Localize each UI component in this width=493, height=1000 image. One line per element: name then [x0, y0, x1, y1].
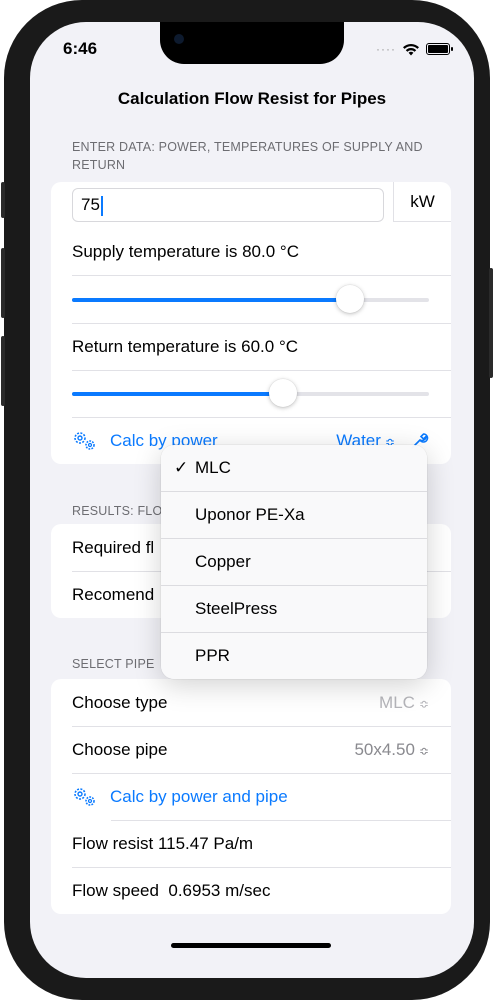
choose-type-row[interactable]: Choose type MLC ≎: [51, 679, 451, 726]
menu-item-uponor[interactable]: Uponor PE-Xa: [161, 492, 427, 538]
return-slider-thumb[interactable]: [268, 379, 297, 407]
type-select[interactable]: MLC ≎: [379, 693, 429, 713]
menu-item-label: Uponor PE-Xa: [195, 505, 305, 524]
return-temperature-slider[interactable]: [72, 379, 429, 407]
supply-temperature-slider[interactable]: [72, 285, 429, 313]
screen: 6:46 ···· Calculation Flow Resist for Pi…: [30, 22, 474, 978]
gears-icon: [74, 431, 95, 450]
power-unit: kW: [393, 182, 451, 222]
camera-icon: [174, 34, 184, 44]
mute-switch: [1, 182, 5, 218]
return-temperature-label: Return temperature is 60.0 °C: [51, 323, 451, 370]
home-indicator[interactable]: [171, 943, 331, 948]
menu-item-steelpress[interactable]: SteelPress: [161, 586, 427, 632]
pipe-type-menu: ✓ MLC Uponor PE-Xa Copper SteelPress PPR: [161, 445, 427, 679]
phone-frame: 6:46 ···· Calculation Flow Resist for Pi…: [1, 0, 493, 1000]
signal-icon: ····: [376, 42, 396, 56]
choose-pipe-row[interactable]: Choose pipe 50x4.50 ≎: [51, 726, 451, 773]
volume-up-button: [1, 248, 5, 318]
calc-by-power-and-pipe-button[interactable]: Calc by power and pipe: [110, 787, 288, 807]
return-temperature-text: Return temperature is 60.0 °C: [72, 336, 299, 356]
text-caret: [100, 195, 103, 216]
menu-item-ppr[interactable]: PPR: [161, 633, 427, 679]
notch: [160, 22, 344, 64]
flow-speed-text: Flow speed 0.6953 m/sec: [72, 880, 271, 900]
menu-item-label: PPR: [195, 646, 230, 665]
status-icons: ····: [376, 42, 453, 56]
type-value: MLC: [379, 692, 415, 712]
required-flow-label: Required fl: [72, 537, 155, 557]
status-time: 6:46: [63, 39, 98, 58]
recommended-label: Recomend: [72, 584, 155, 604]
page-title: Calculation Flow Resist for Pipes: [117, 89, 387, 108]
power-button: [489, 268, 493, 378]
input-section-header: ENTER DATA: POWER, TEMPERATURES OF SUPPL…: [72, 140, 423, 172]
calc-by-power-and-pipe-row: Calc by power and pipe: [51, 773, 451, 820]
chevron-up-down-icon: ≎: [418, 743, 429, 758]
menu-item-label: Copper: [195, 552, 251, 571]
supply-slider-fill: [72, 298, 351, 302]
pipe-value: 50x4.50: [354, 739, 415, 759]
supply-temperature-label: Supply temperature is 80.0 °C: [51, 228, 451, 275]
flow-resist-text: Flow resist 115.47 Pa/m: [72, 833, 254, 853]
flow-resist-row: Flow resist 115.47 Pa/m: [51, 820, 451, 867]
return-slider-row: [51, 370, 451, 417]
choose-pipe-label: Choose pipe: [72, 739, 168, 759]
chevron-up-down-icon: ≎: [418, 696, 429, 711]
power-input-value: 75: [81, 195, 100, 214]
power-input[interactable]: 75: [72, 188, 384, 222]
battery-icon: [426, 43, 453, 55]
wifi-icon: [403, 43, 419, 55]
input-card: 75 kW Supply temperature is 80.0 °C Retu…: [51, 182, 451, 464]
volume-down-button: [1, 336, 5, 406]
supply-slider-row: [51, 276, 451, 323]
supply-slider-thumb[interactable]: [336, 285, 365, 313]
choose-type-label: Choose type: [72, 692, 168, 712]
gears-icon: [74, 787, 95, 806]
pipe-card: Choose type MLC ≎ Choose pipe 50x4.50 ≎ Ca…: [51, 679, 451, 914]
menu-item-label: MLC: [195, 458, 231, 477]
menu-item-label: SteelPress: [195, 599, 278, 618]
pipe-select[interactable]: 50x4.50 ≎: [354, 740, 429, 760]
menu-item-copper[interactable]: Copper: [161, 539, 427, 585]
menu-item-mlc[interactable]: ✓ MLC: [161, 445, 427, 491]
flow-speed-row: Flow speed 0.6953 m/sec: [51, 867, 451, 914]
supply-temperature-text: Supply temperature is 80.0 °C: [72, 241, 299, 261]
checkmark-icon: ✓: [174, 458, 189, 477]
return-slider-fill: [72, 392, 283, 396]
